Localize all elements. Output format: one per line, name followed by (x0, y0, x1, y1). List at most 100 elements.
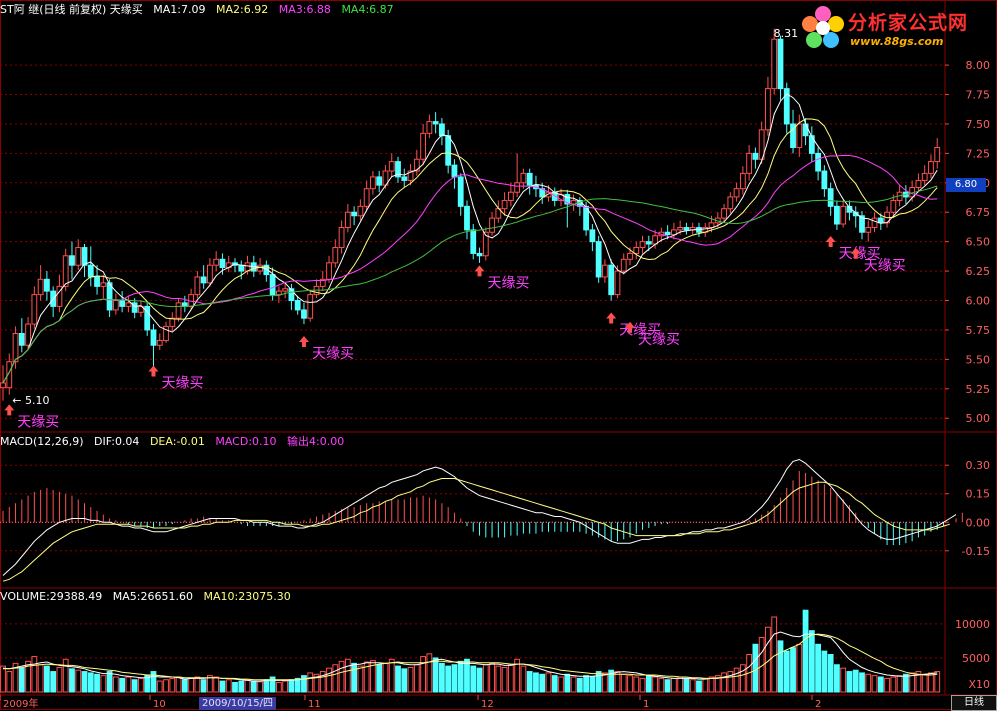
candle-body (514, 182, 521, 193)
volume-bar (928, 672, 934, 693)
volume-bar (225, 679, 232, 693)
volume-bar (564, 673, 571, 693)
candle-body (282, 288, 289, 292)
volume-bar (896, 675, 903, 693)
volume-bar (840, 667, 847, 693)
buy-signal-label: 天缘买 (488, 275, 530, 291)
candle-body (219, 258, 226, 269)
candle-body (739, 172, 746, 190)
volume-bar (56, 666, 63, 693)
candle-body (376, 176, 383, 186)
price-axis-label: 7.25 (966, 147, 991, 160)
buy-arrow-icon (474, 265, 485, 277)
price-axis-label: 5.75 (966, 324, 991, 337)
candle-body (602, 264, 608, 278)
candle-body (808, 135, 815, 154)
candle-body (112, 300, 119, 311)
volume-bar (163, 679, 169, 693)
macd-axis-label: -0.15 (962, 545, 990, 558)
candle-body (363, 188, 370, 207)
candle-body (802, 123, 809, 137)
volume-bar (451, 664, 458, 693)
volume-bar (627, 675, 633, 693)
watermark-url: www.88gs.com (850, 35, 944, 48)
candle-body (921, 172, 928, 181)
buy-signal-label: 天缘买 (638, 332, 680, 348)
candle-body (294, 300, 301, 311)
candle-body (238, 264, 245, 272)
volume-bar (470, 665, 477, 693)
volume-bar (871, 675, 878, 693)
price-axis-label: 5.25 (966, 383, 991, 396)
macd-header: MACD(12,26,9) DIF:0.04 DEA:-0.01 MACD:0.… (0, 434, 351, 450)
volume-bar (31, 656, 38, 693)
candle-body (344, 211, 351, 229)
volume-bar (301, 675, 307, 693)
volume-bar (464, 658, 470, 693)
candle-body (426, 121, 433, 134)
candle-body (840, 205, 847, 225)
buy-arrow-icon (825, 236, 836, 247)
volume-bar (0, 665, 6, 693)
period-button[interactable]: 日线 (951, 695, 997, 711)
candle-body (357, 205, 364, 217)
candle-body (752, 152, 759, 160)
volume-bar (50, 671, 57, 693)
volume-bar (520, 665, 527, 693)
candle-body (338, 227, 345, 249)
watermark-title: 分析家公式网 (848, 12, 969, 34)
volume-bar (100, 675, 107, 693)
candle-body (476, 252, 483, 257)
volume-bar (808, 630, 815, 693)
volume-bar (37, 664, 44, 693)
volume-bar (244, 679, 251, 693)
candles[interactable] (0, 28, 941, 401)
volume-bar (721, 672, 727, 693)
markers: ← 5.10 8.31 (12, 27, 798, 407)
volume-bar (263, 679, 270, 693)
candle-body (664, 231, 671, 236)
volume-bar (426, 653, 433, 693)
volume-bar (696, 680, 702, 693)
candle-body (721, 208, 727, 219)
candle-body (388, 161, 395, 172)
candle-body (589, 229, 596, 243)
candle-body (31, 294, 38, 325)
ma2-readout: MA2:6.92 (216, 3, 269, 16)
candle-body (445, 135, 452, 166)
candle-body (432, 121, 439, 125)
signals[interactable]: 天缘买天缘买天缘买天缘买天缘买天缘买天缘买天缘买 (4, 236, 906, 430)
volume-bar (432, 657, 439, 693)
volume-bar (232, 681, 238, 693)
candle-body (156, 340, 163, 346)
volume-bar (902, 673, 909, 693)
volume-bar (401, 668, 408, 693)
candle-body (877, 217, 884, 224)
volume-bar (18, 667, 25, 693)
candle-body (301, 309, 307, 319)
candle-body (25, 323, 31, 346)
output-readout: 输出4:0.00 (287, 435, 345, 448)
volume-bar (884, 677, 890, 693)
macd-readout: MACD:0.10 (215, 435, 277, 448)
candle-body (815, 152, 822, 172)
volume-bar (294, 677, 301, 693)
buy-signal-label: 天缘买 (312, 346, 354, 362)
x-axis: 2009年 10 11 12 1 2 (0, 695, 821, 710)
volume-bar (357, 665, 364, 693)
x-axis-label: 11 (308, 699, 321, 710)
candle-body (307, 294, 314, 319)
candle-body (401, 176, 408, 181)
candle-body (18, 332, 25, 346)
candle-body (94, 276, 100, 287)
volume-bar (507, 664, 514, 693)
volume-bar (43, 665, 50, 693)
candle-body (865, 227, 872, 233)
volume-bar (865, 673, 872, 693)
volume-bar (200, 679, 207, 693)
price-axis-label: 7.50 (966, 118, 991, 131)
volume-bar (344, 658, 351, 693)
price-axis-label: 6.00 (966, 295, 991, 308)
volume-bar (815, 643, 822, 693)
ma3-readout: MA3:6.88 (278, 3, 331, 16)
